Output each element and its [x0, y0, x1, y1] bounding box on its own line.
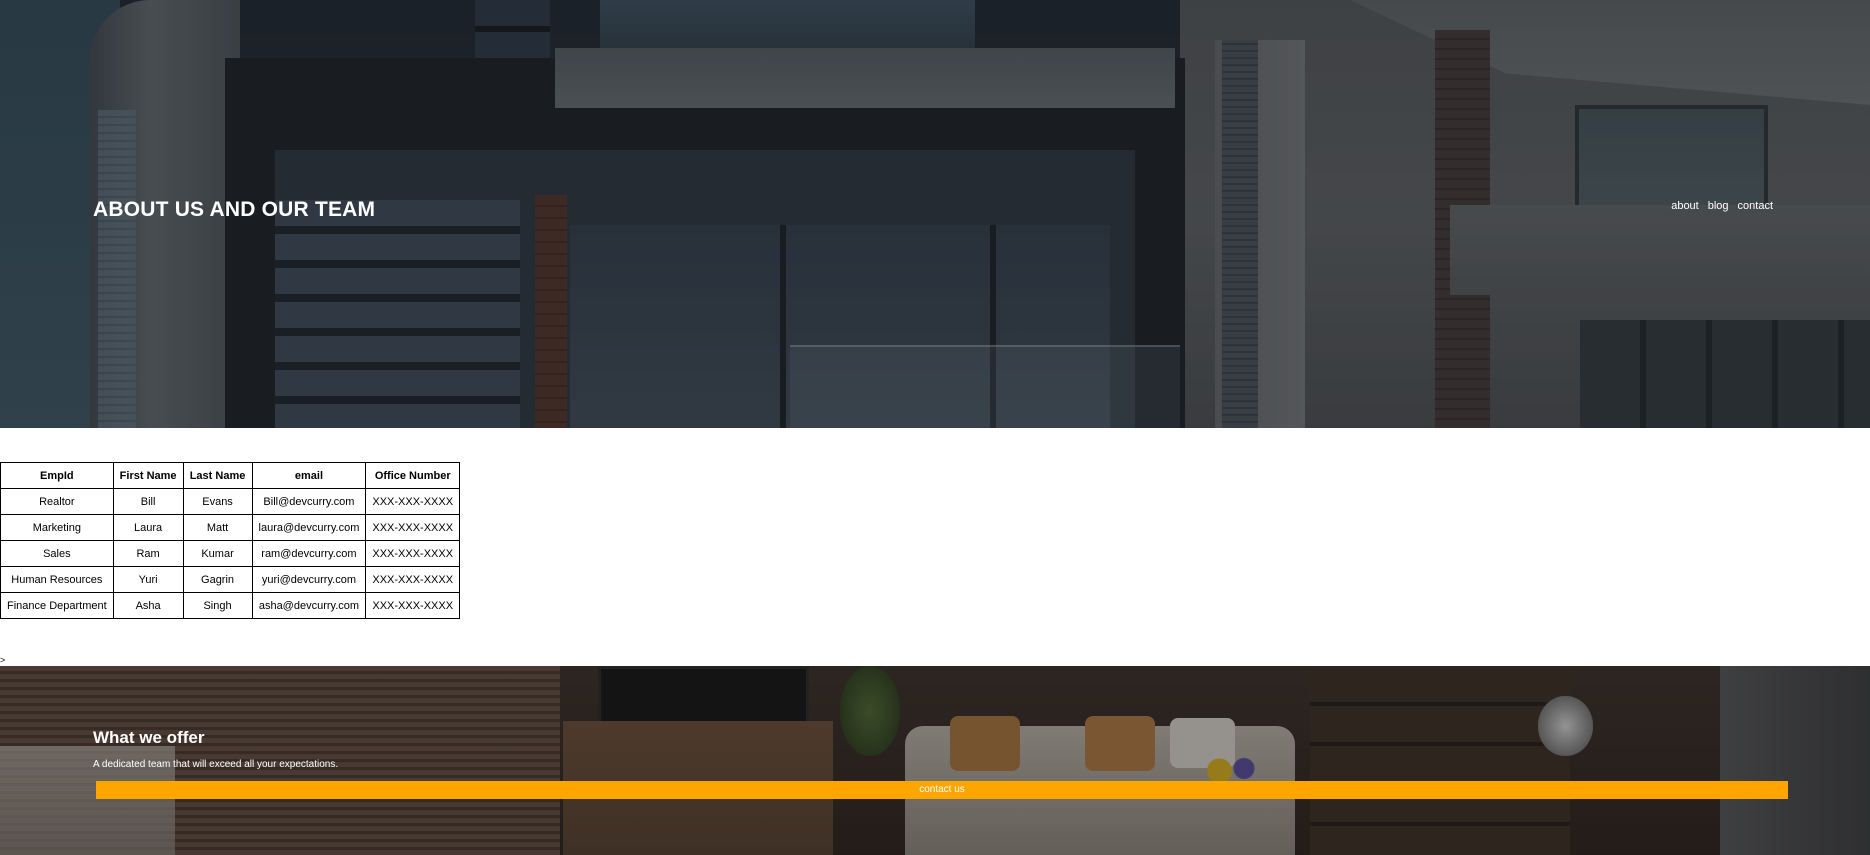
main-nav: about blog contact	[1671, 200, 1773, 212]
table-header: First Name	[112, 462, 184, 489]
hero-banner: ABOUT US AND OUR TEAM about blog contact	[0, 0, 1870, 428]
table-cell: Ram	[112, 540, 184, 567]
contact-us-button[interactable]: contact us	[96, 781, 1788, 799]
nav-link-contact[interactable]: contact	[1738, 200, 1773, 212]
table-row: Marketing Laura Matt laura@devcurry.com …	[0, 514, 461, 541]
team-table: EmpId First Name Last Name email Office …	[0, 462, 461, 619]
table-cell: Yuri	[112, 566, 184, 593]
table-header-row: EmpId First Name Last Name email Office …	[0, 462, 461, 489]
table-cell: Gagrin	[182, 566, 253, 593]
nav-link-about[interactable]: about	[1671, 200, 1699, 212]
table-cell: XXX-XXX-XXXX	[365, 592, 461, 619]
table-header: EmpId	[0, 462, 114, 489]
table-cell: XXX-XXX-XXXX	[365, 540, 461, 567]
table-cell: XXX-XXX-XXXX	[365, 514, 461, 541]
table-row: Human Resources Yuri Gagrin yuri@devcurr…	[0, 566, 461, 593]
table-cell: Kumar	[182, 540, 253, 567]
table-header: Office Number	[365, 462, 461, 489]
nav-link-blog[interactable]: blog	[1708, 200, 1729, 212]
table-cell: laura@devcurry.com	[251, 514, 367, 541]
table-cell: Singh	[182, 592, 253, 619]
table-row: Finance Department Asha Singh asha@devcu…	[0, 592, 461, 619]
table-cell: yuri@devcurry.com	[251, 566, 367, 593]
table-cell: ram@devcurry.com	[251, 540, 367, 567]
table-header: email	[251, 462, 367, 489]
table-cell: Human Resources	[0, 566, 114, 593]
table-cell: Asha	[112, 592, 184, 619]
table-cell: Laura	[112, 514, 184, 541]
table-header: Last Name	[182, 462, 253, 489]
table-cell: Sales	[0, 540, 114, 567]
table-cell: Realtor	[0, 488, 114, 515]
table-cell: Evans	[182, 488, 253, 515]
table-cell: Finance Department	[0, 592, 114, 619]
table-row: Realtor Bill Evans Bill@devcurry.com XXX…	[0, 488, 461, 515]
table-cell: asha@devcurry.com	[251, 592, 367, 619]
offer-subtitle: A dedicated team that will exceed all yo…	[93, 759, 339, 770]
table-row: Sales Ram Kumar ram@devcurry.com XXX-XXX…	[0, 540, 461, 567]
table-cell: Matt	[182, 514, 253, 541]
table-cell: XXX-XXX-XXXX	[365, 566, 461, 593]
table-cell: Marketing	[0, 514, 114, 541]
stray-text: >	[0, 655, 6, 665]
table-cell: XXX-XXX-XXXX	[365, 488, 461, 515]
page-title: ABOUT US AND OUR TEAM	[93, 198, 376, 221]
table-cell: Bill@devcurry.com	[251, 488, 367, 515]
offer-title: What we offer	[93, 728, 205, 747]
offer-section: What we offer A dedicated team that will…	[0, 666, 1870, 855]
team-section: EmpId First Name Last Name email Office …	[0, 428, 1870, 666]
table-cell: Bill	[112, 488, 184, 515]
